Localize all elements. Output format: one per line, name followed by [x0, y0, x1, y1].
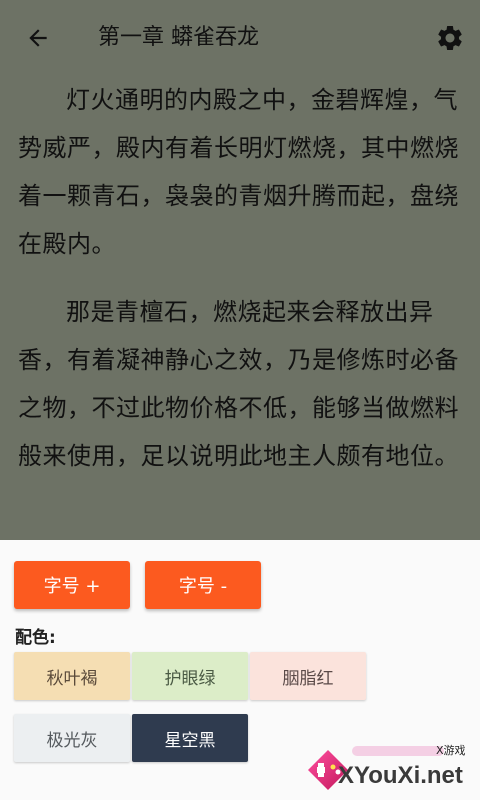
color-scheme-label: 配色: — [15, 628, 56, 648]
theme-aurora-gray-button[interactable]: 极光灰 — [14, 714, 130, 762]
theme-starry-black-button[interactable]: 星空黑 — [132, 714, 248, 762]
reader-page: 第一章 蟒雀吞龙 灯火通明的内殿之中，金碧辉煌，气势威严，殿内有着长明灯燃烧，其… — [0, 0, 480, 540]
watermark-site-name: XYouXi.net — [338, 762, 463, 789]
theme-rouge-red-button[interactable]: 胭脂红 — [250, 652, 366, 700]
watermark-tag: X游戏 — [436, 744, 466, 757]
chapter-content: 灯火通明的内殿之中，金碧辉煌，气势威严，殿内有着长明灯燃烧，其中燃烧着一颗青石，… — [18, 76, 464, 480]
chapter-title: 第一章 蟒雀吞龙 — [98, 25, 259, 50]
font-size-increase-button[interactable]: 字号 + — [14, 561, 130, 609]
watermark-decoration — [352, 746, 444, 756]
back-button[interactable] — [18, 18, 58, 58]
theme-autumn-brown-button[interactable]: 秋叶褐 — [14, 652, 130, 700]
paragraph: 灯火通明的内殿之中，金碧辉煌，气势威严，殿内有着长明灯燃烧，其中燃烧着一颗青石，… — [18, 86, 459, 258]
site-watermark: X游戏 XYouXi.net — [296, 736, 480, 800]
paragraph: 那是青檀石，燃烧起来会释放出异香，有着凝神静心之效，乃是修炼时必备之物，不过此物… — [18, 298, 459, 470]
settings-button[interactable] — [430, 18, 470, 58]
top-bar: 第一章 蟒雀吞龙 — [0, 0, 480, 76]
gear-icon — [438, 26, 462, 50]
arrow-left-icon — [29, 29, 47, 47]
theme-eye-green-button[interactable]: 护眼绿 — [132, 652, 248, 700]
font-size-decrease-button[interactable]: 字号 - — [145, 561, 261, 609]
